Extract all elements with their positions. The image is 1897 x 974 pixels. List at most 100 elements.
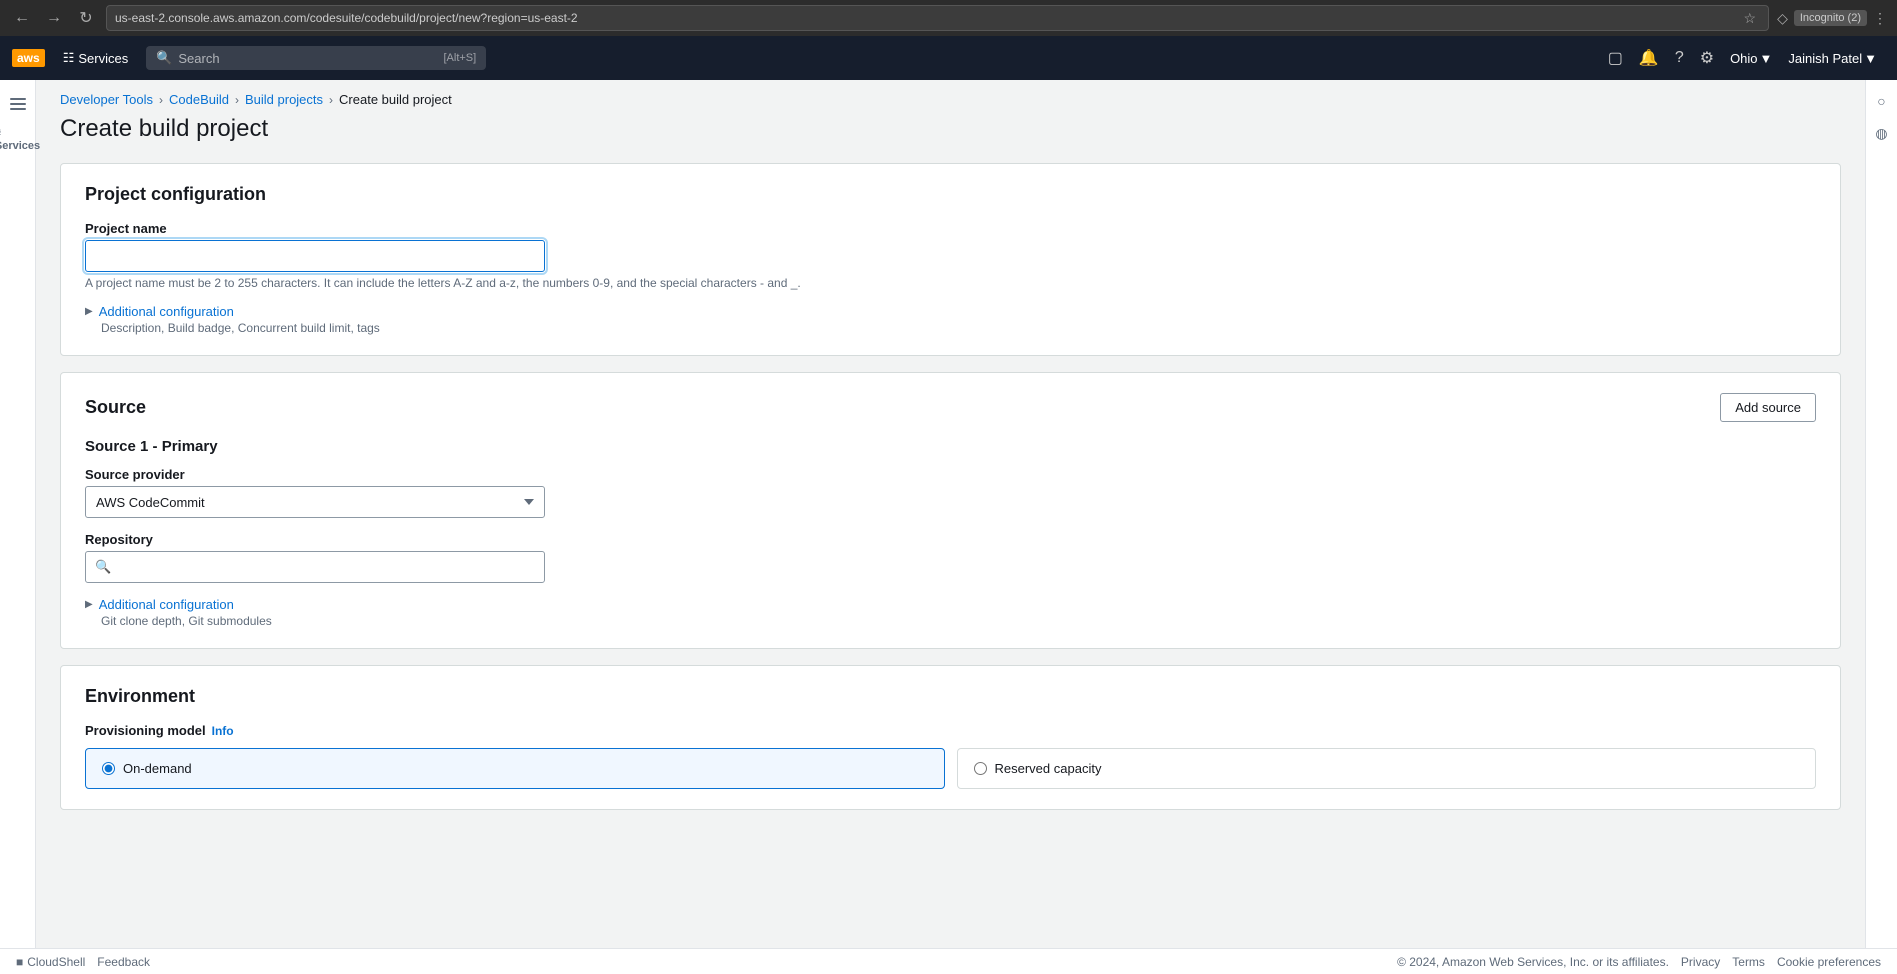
additional-config-label: Additional configuration	[99, 304, 234, 319]
project-config-title: Project configuration	[85, 184, 1816, 205]
provisioning-info-link[interactable]: Info	[212, 724, 234, 738]
privacy-link[interactable]: Privacy	[1681, 955, 1720, 969]
breadcrumb: Developer Tools › CodeBuild › Build proj…	[60, 80, 1841, 115]
project-name-hint: A project name must be 2 to 255 characte…	[85, 276, 1816, 290]
forward-button[interactable]: →	[42, 6, 66, 30]
region-chevron-icon: ▼	[1760, 51, 1773, 66]
source-additional-config-label: Additional configuration	[99, 597, 234, 612]
sidebar: # Services	[0, 80, 36, 974]
additional-config-header[interactable]: ▶ Additional configuration	[85, 304, 1816, 319]
source-title: Source	[85, 397, 146, 418]
feedback-link[interactable]: Feedback	[97, 955, 150, 969]
user-name: Jainish Patel	[1788, 51, 1862, 66]
bottom-bar-right: © 2024, Amazon Web Services, Inc. or its…	[1397, 955, 1881, 969]
settings-icon-btn[interactable]: ⚙	[1692, 42, 1722, 74]
reserved-capacity-radio[interactable]	[974, 762, 987, 775]
on-demand-label: On-demand	[123, 761, 192, 776]
region-selector[interactable]: Ohio ▼	[1722, 45, 1780, 72]
cookie-link[interactable]: Cookie preferences	[1777, 955, 1881, 969]
help-icon-btn[interactable]: ?	[1667, 43, 1692, 73]
breadcrumb-build-projects[interactable]: Build projects	[245, 92, 323, 107]
breadcrumb-developer-tools[interactable]: Developer Tools	[60, 92, 153, 107]
browser-chrome: ← → ↻ us-east-2.console.aws.amazon.com/c…	[0, 0, 1897, 36]
hamburger-line-1	[10, 98, 26, 100]
cloudshell-button[interactable]: ■ CloudShell	[16, 955, 85, 969]
bottom-bar: ■ CloudShell Feedback © 2024, Amazon Web…	[0, 948, 1897, 974]
hash-services-label: # Services	[0, 128, 40, 152]
breadcrumb-sep-1: ›	[159, 93, 163, 107]
environment-title: Environment	[85, 686, 1816, 707]
aws-logo-text: aws	[12, 49, 45, 67]
page-title: Create build project	[60, 115, 1841, 143]
cloudshell-label: CloudShell	[27, 955, 85, 969]
incognito-badge: Incognito (2)	[1794, 10, 1867, 26]
source-additional-config-collapsible[interactable]: ▶ Additional configuration Git clone dep…	[85, 597, 1816, 628]
provisioning-radio-group: On-demand Reserved capacity	[85, 748, 1816, 789]
project-name-field: Project name A project name must be 2 to…	[85, 221, 1816, 290]
sidebar-hash-services[interactable]: # Services	[4, 126, 32, 154]
add-source-button[interactable]: Add source	[1720, 393, 1816, 422]
user-menu[interactable]: Jainish Patel ▼	[1780, 45, 1885, 72]
project-name-input[interactable]	[85, 240, 545, 272]
search-input[interactable]	[178, 51, 378, 66]
back-button[interactable]: ←	[10, 6, 34, 30]
reserved-capacity-label: Reserved capacity	[995, 761, 1102, 776]
on-demand-radio-card[interactable]: On-demand	[85, 748, 945, 789]
sidebar-toggle[interactable]	[4, 90, 32, 118]
services-button[interactable]: ☷ Services	[53, 44, 139, 72]
breadcrumb-sep-2: ›	[235, 93, 239, 107]
repository-input-wrapper: 🔍	[85, 551, 545, 583]
services-label: Services	[78, 51, 128, 66]
bookmark-icon: ☆	[1744, 10, 1757, 27]
additional-config-collapsible[interactable]: ▶ Additional configuration Description, …	[85, 304, 1816, 335]
search-icon: 🔍	[156, 50, 172, 66]
grid-icon: ☷	[63, 50, 75, 66]
browser-actions: ◇ Incognito (2) ⋮	[1777, 10, 1887, 27]
repository-field: Repository 🔍	[85, 532, 1816, 583]
right-panel: ○ ◍	[1865, 80, 1897, 974]
cloudshell-icon-btn[interactable]: ▢	[1600, 42, 1631, 74]
provisioning-model-label: Provisioning model Info	[85, 723, 1816, 738]
search-shortcut: [Alt+S]	[443, 52, 476, 64]
hamburger-line-3	[10, 108, 26, 110]
right-panel-icon-1[interactable]: ○	[1871, 90, 1893, 112]
provisioning-model-text: Provisioning model	[85, 723, 206, 738]
source-provider-select[interactable]: AWS CodeCommit Amazon S3 GitHub Bitbucke…	[85, 486, 545, 518]
repository-input[interactable]	[85, 551, 545, 583]
additional-config-sub: Description, Build badge, Concurrent bui…	[101, 321, 1816, 335]
breadcrumb-current: Create build project	[339, 92, 452, 107]
region-label: Ohio	[1730, 51, 1757, 66]
reload-button[interactable]: ↻	[74, 6, 98, 30]
search-bar[interactable]: 🔍 [Alt+S]	[146, 46, 486, 70]
copyright-text: © 2024, Amazon Web Services, Inc. or its…	[1397, 955, 1669, 969]
breadcrumb-codebuild[interactable]: CodeBuild	[169, 92, 229, 107]
menu-icon[interactable]: ⋮	[1873, 10, 1887, 27]
repository-label: Repository	[85, 532, 1816, 547]
source-provider-field: Source provider AWS CodeCommit Amazon S3…	[85, 467, 1816, 518]
source1-label: Source 1 - Primary	[85, 438, 1816, 455]
cloudshell-icon: ■	[16, 955, 23, 969]
url-bar[interactable]: us-east-2.console.aws.amazon.com/codesui…	[106, 5, 1769, 31]
source-collapsible-triangle-icon: ▶	[85, 599, 93, 610]
url-text: us-east-2.console.aws.amazon.com/codesui…	[115, 11, 1740, 25]
project-configuration-card: Project configuration Project name A pro…	[60, 163, 1841, 356]
hamburger-line-2	[10, 103, 26, 105]
source-additional-config-header[interactable]: ▶ Additional configuration	[85, 597, 1816, 612]
notifications-icon-btn[interactable]: 🔔	[1631, 42, 1667, 74]
terms-link[interactable]: Terms	[1732, 955, 1765, 969]
reserved-capacity-radio-card[interactable]: Reserved capacity	[957, 748, 1817, 789]
aws-logo: aws	[12, 49, 45, 67]
main-content: Developer Tools › CodeBuild › Build proj…	[36, 80, 1865, 974]
source-additional-config-sub: Git clone depth, Git submodules	[101, 614, 1816, 628]
right-panel-icon-2[interactable]: ◍	[1871, 122, 1893, 144]
source-provider-label: Source provider	[85, 467, 1816, 482]
extensions-icon: ◇	[1777, 10, 1788, 27]
environment-card: Environment Provisioning model Info On-d…	[60, 665, 1841, 810]
main-layout: # Services Developer Tools › CodeBuild ›…	[0, 80, 1897, 974]
collapsible-triangle-icon: ▶	[85, 306, 93, 317]
source-card: Source Add source Source 1 - Primary Sou…	[60, 372, 1841, 649]
top-nav: aws ☷ Services 🔍 [Alt+S] ▢ 🔔 ? ⚙ Ohio ▼ …	[0, 36, 1897, 80]
bottom-bar-left: ■ CloudShell Feedback	[16, 955, 150, 969]
on-demand-radio[interactable]	[102, 762, 115, 775]
project-name-label: Project name	[85, 221, 1816, 236]
